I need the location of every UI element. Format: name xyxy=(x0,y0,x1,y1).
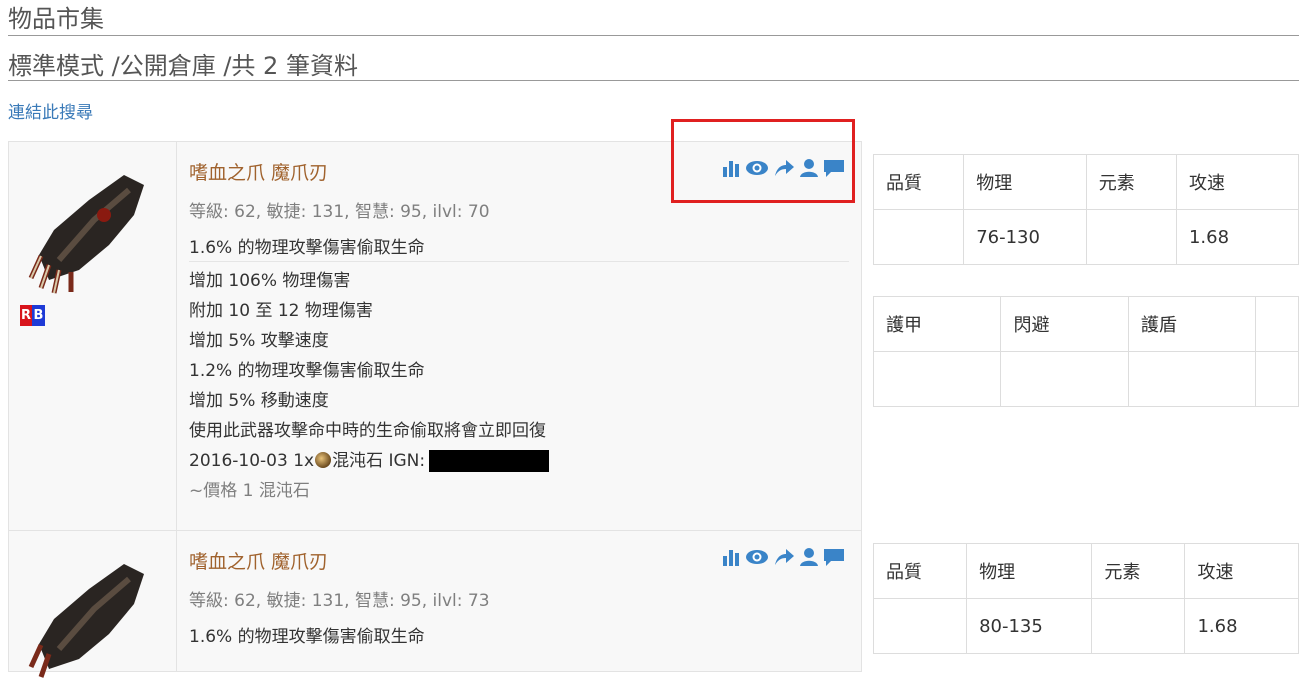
table-cell xyxy=(1127,351,1257,407)
mod-divider xyxy=(189,261,849,262)
table-cell xyxy=(872,209,965,265)
table-header: 攻速 xyxy=(1184,543,1299,599)
item-name[interactable]: 嗜血之爪 魔爪刃 xyxy=(189,547,328,574)
table-cell xyxy=(1255,351,1299,407)
table-cell: 1.68 xyxy=(1184,598,1299,654)
item-image-column: RB xyxy=(9,142,177,530)
table-header: 品質 xyxy=(872,154,965,210)
mod-line: 增加 106% 物理傷害 xyxy=(189,271,351,291)
table-cell xyxy=(1091,598,1186,654)
item-price: ~價格 1 混沌石 xyxy=(189,481,310,501)
table-header: 護甲 xyxy=(872,296,1002,352)
item-requirements: 等級: 62, 敏捷: 131, 智慧: 95, ilvl: 70 xyxy=(189,202,490,222)
table-header: 元素 xyxy=(1091,543,1186,599)
eye-icon[interactable] xyxy=(745,547,769,571)
results-summary: 標準模式 /公開倉庫 /共 2 筆資料 xyxy=(8,52,358,80)
table-header: 閃避 xyxy=(1000,296,1129,352)
mod-line: 使用此武器攻擊命中時的生命偷取將會立即回復 xyxy=(189,421,546,441)
summary-divider xyxy=(8,80,1299,81)
mod-line: 增加 5% 移動速度 xyxy=(189,391,329,411)
table-cell xyxy=(1085,209,1177,265)
armour-stats-table: 護甲 閃避 護盾 xyxy=(872,296,1299,407)
item-action-icons xyxy=(721,547,845,571)
explicit-mods: 增加 106% 物理傷害 附加 10 至 12 物理傷害 增加 5% 攻擊速度 … xyxy=(189,266,550,506)
share-arrow-icon[interactable] xyxy=(773,547,795,571)
link-this-search[interactable]: 連結此搜尋 xyxy=(8,98,93,123)
implicit-mod: 1.6% 的物理攻擊傷害偷取生命 xyxy=(189,238,425,258)
comment-icon[interactable] xyxy=(823,547,845,571)
bar-chart-icon[interactable] xyxy=(721,547,741,571)
table-cell xyxy=(1000,351,1129,407)
mod-line: 附加 10 至 12 物理傷害 xyxy=(189,301,373,321)
table-header: 物理 xyxy=(963,154,1087,210)
item-requirements: 等級: 62, 敏捷: 131, 智慧: 95, ilvl: 73 xyxy=(189,591,490,611)
claw-weapon-image xyxy=(28,175,144,294)
title-divider xyxy=(8,35,1299,36)
table-header xyxy=(1255,296,1299,352)
item-name[interactable]: 嗜血之爪 魔爪刃 xyxy=(189,158,328,185)
weapon-stats-table: 品質 物理 元素 攻速 76-130 1.68 xyxy=(872,154,1299,265)
table-header: 品質 xyxy=(872,543,968,599)
listing-info: 2016-10-03 1x 混沌石 IGN: xyxy=(189,446,550,476)
table-header: 元素 xyxy=(1085,154,1177,210)
highlight-annotation xyxy=(671,119,855,203)
table-header: 物理 xyxy=(966,543,1093,599)
weapon-stats-table: 品質 物理 元素 攻速 80-135 1.68 xyxy=(872,543,1299,654)
table-header: 攻速 xyxy=(1175,154,1299,210)
table-cell: 76-130 xyxy=(963,209,1087,265)
page-title: 物品市集 xyxy=(8,5,104,33)
implicit-mod: 1.6% 的物理攻擊傷害偷取生命 xyxy=(189,627,425,647)
item-image-column xyxy=(9,531,177,678)
league-badge: RB xyxy=(20,305,45,326)
table-cell xyxy=(872,598,968,654)
table-cell: 1.68 xyxy=(1175,209,1299,265)
redacted-ign xyxy=(429,450,550,472)
item-card: 嗜血之爪 魔爪刃 等級: 62, 敏捷: 131, 智慧: 95, ilvl: … xyxy=(8,530,862,678)
table-header: 護盾 xyxy=(1127,296,1257,352)
claw-weapon-image xyxy=(28,564,144,678)
user-icon[interactable] xyxy=(799,547,819,571)
mod-line: 增加 5% 攻擊速度 xyxy=(189,331,329,351)
table-cell xyxy=(872,351,1002,407)
table-cell: 80-135 xyxy=(966,598,1093,654)
chaos-orb-icon xyxy=(315,452,332,468)
mod-line: 1.2% 的物理攻擊傷害偷取生命 xyxy=(189,361,425,381)
